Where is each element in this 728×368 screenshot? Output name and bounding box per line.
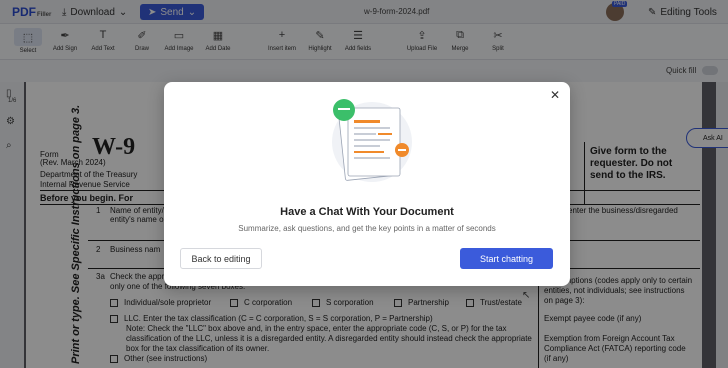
chat-document-illustration bbox=[332, 99, 412, 182]
start-chatting-button[interactable]: Start chatting bbox=[460, 248, 553, 269]
cursor-icon: ↖ bbox=[522, 290, 531, 301]
back-to-editing-button[interactable]: Back to editing bbox=[180, 248, 262, 269]
close-icon[interactable]: ✕ bbox=[550, 88, 560, 102]
chat-modal: ✕ Have a Chat With Your Document Summari… bbox=[164, 82, 570, 286]
modal-title: Have a Chat With Your Document bbox=[280, 206, 454, 218]
modal-subtitle: Summarize, ask questions, and get the ke… bbox=[238, 224, 496, 233]
